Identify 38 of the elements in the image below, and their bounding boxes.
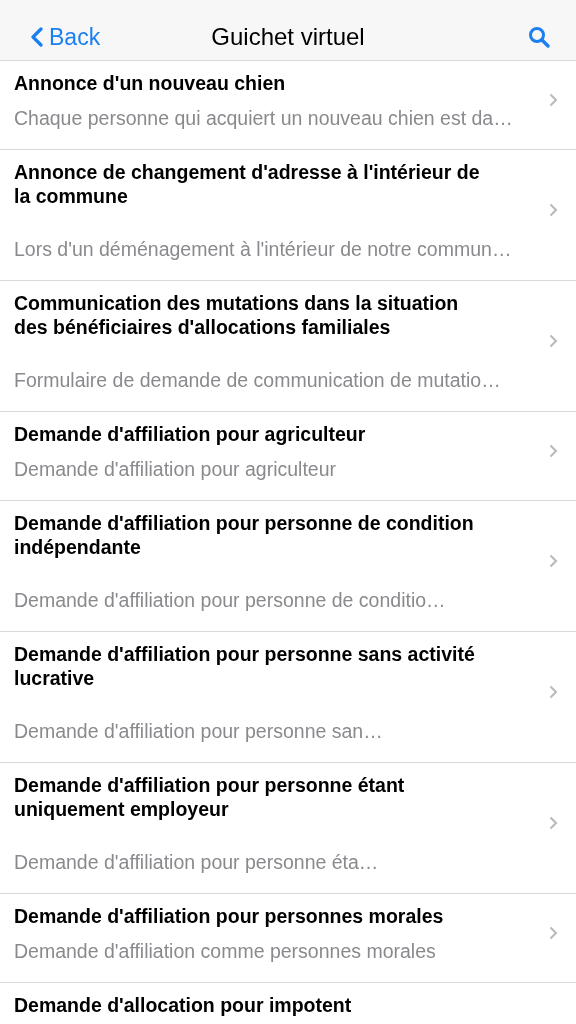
chevron-right-icon bbox=[549, 926, 558, 940]
search-icon[interactable] bbox=[528, 26, 550, 48]
item-title: Communication des mutations dans la situation des bénéficiaires d'allocations familiales bbox=[14, 291, 460, 339]
item-title: Demande d'affiliation pour personnes morales bbox=[14, 904, 445, 928]
list-item[interactable]: Demande d'affiliation pour personne sans activité lucrative Demande d'affiliation pour personne san… bbox=[0, 632, 576, 763]
item-description: Demande d'affiliation pour personne san… bbox=[14, 720, 384, 742]
chevron-right-icon bbox=[549, 334, 558, 348]
list-item[interactable]: Demande d'affiliation pour personne de condition indépendante Demande d'affiliation pour personne de conditio… bbox=[0, 501, 576, 632]
list-item[interactable]: Demande d'affiliation pour agriculteur Demande d'affiliation pour agriculteur bbox=[0, 412, 576, 501]
item-description: Demande d'affiliation pour personne éta… bbox=[14, 851, 380, 873]
item-title: Demande d'affiliation pour personne étant uniquement employeur bbox=[14, 773, 406, 821]
chevron-right-icon bbox=[549, 93, 558, 107]
item-title: Demande d'allocation pour impotent bbox=[14, 993, 353, 1017]
chevron-right-icon bbox=[549, 685, 558, 699]
list-item[interactable]: Annonce de changement d'adresse à l'intérieur de la commune Lors d'un déménagement à l'intérieur de notre commun… bbox=[0, 150, 576, 281]
list-item[interactable]: Demande d'allocation pour impotent bbox=[0, 983, 576, 1024]
item-description: Lors d'un déménagement à l'intérieur de notre commun… bbox=[14, 238, 513, 260]
item-description: Demande d'affiliation pour agriculteur bbox=[14, 458, 338, 480]
chevron-right-icon bbox=[549, 554, 558, 568]
list-item[interactable]: Demande d'affiliation pour personnes morales Demande d'affiliation comme personnes morales bbox=[0, 894, 576, 983]
chevron-right-icon bbox=[549, 203, 558, 217]
screen-title: Guichet virtuel bbox=[211, 23, 365, 51]
list-item[interactable]: Communication des mutations dans la situation des bénéficiaires d'allocations familiales Formulaire de demande de communication de mutatio… bbox=[0, 281, 576, 412]
item-description: Demande d'affiliation pour personne de conditio… bbox=[14, 589, 447, 611]
chevron-right-icon bbox=[549, 444, 558, 458]
item-title: Annonce d'un nouveau chien bbox=[14, 71, 287, 95]
item-title: Demande d'affiliation pour personne de condition indépendante bbox=[14, 511, 475, 559]
item-title: Demande d'affiliation pour personne sans activité lucrative bbox=[14, 642, 476, 690]
list-item[interactable]: Demande d'affiliation pour personne étant uniquement employeur Demande d'affiliation pour personne éta… bbox=[0, 763, 576, 894]
item-description: Formulaire de demande de communication de mutatio… bbox=[14, 369, 502, 391]
list-item[interactable]: Annonce d'un nouveau chien Chaque personne qui acquiert un nouveau chien est da… bbox=[0, 61, 576, 150]
back-button[interactable]: Back bbox=[30, 23, 101, 51]
chevron-left-icon bbox=[30, 27, 43, 47]
item-description: Chaque personne qui acquiert un nouveau chien est da… bbox=[14, 107, 514, 129]
item-title: Demande d'affiliation pour agriculteur bbox=[14, 422, 367, 446]
item-title: Annonce de changement d'adresse à l'intérieur de la commune bbox=[14, 160, 481, 208]
item-description: Demande d'affiliation comme personnes morales bbox=[14, 940, 437, 962]
chevron-right-icon bbox=[549, 816, 558, 830]
